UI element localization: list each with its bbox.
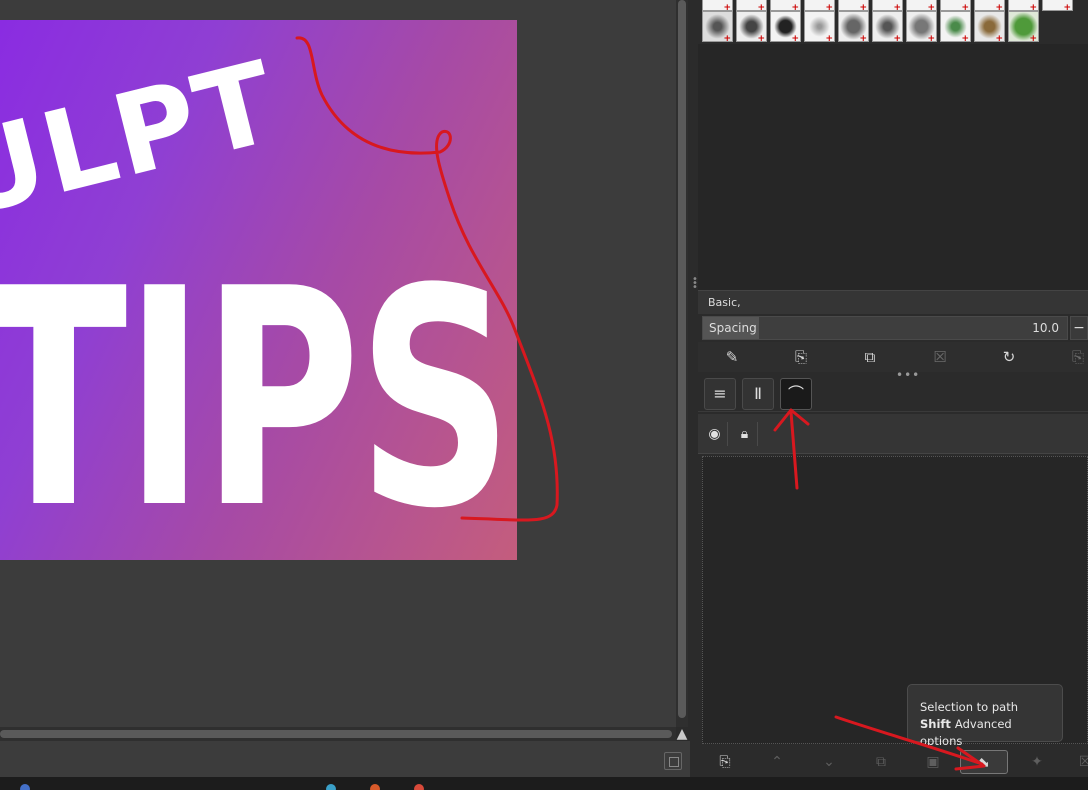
pointer-arrow-icon: ▲ bbox=[676, 726, 688, 742]
brush-toolbar: ✎ ⎘ ⧉ ☒ ↻ ⎘ bbox=[698, 342, 1088, 372]
tooltip-shortcut: Shift Advanced options bbox=[920, 716, 1050, 750]
taskbar-app-icon[interactable] bbox=[370, 784, 380, 790]
dock-tab-bar: ≡ Ⅱ ⌒ bbox=[698, 376, 1088, 412]
tab-paths[interactable]: ⌒ bbox=[780, 378, 812, 410]
selection-to-path-button[interactable]: ⬊ bbox=[960, 750, 1008, 774]
tooltip-title: Selection to path bbox=[920, 700, 1018, 714]
duplicate-brush-icon[interactable]: ⧉ bbox=[858, 346, 882, 368]
gimp-window: ULPT TIPS ▲ • • • + + + + + + + + + + + … bbox=[0, 0, 1088, 790]
image-text-sculpt: ULPT bbox=[0, 37, 290, 243]
brush-thumbnail[interactable] bbox=[770, 0, 801, 11]
open-as-image-icon[interactable]: ⎘ bbox=[1066, 346, 1088, 368]
brush-thumbnail[interactable] bbox=[838, 0, 869, 11]
new-path-icon[interactable]: ⎘ bbox=[712, 750, 738, 774]
edit-brush-icon[interactable]: ✎ bbox=[720, 346, 744, 368]
brush-thumbnail[interactable] bbox=[1008, 11, 1039, 42]
brush-thumbnail[interactable] bbox=[1042, 0, 1073, 11]
delete-brush-icon[interactable]: ☒ bbox=[928, 346, 952, 368]
canvas-status-area bbox=[0, 741, 690, 777]
brush-thumbnail[interactable] bbox=[804, 0, 835, 11]
brush-thumbnail[interactable] bbox=[906, 0, 937, 11]
spacing-value: 10.0 bbox=[1032, 321, 1059, 335]
image-canvas-area[interactable]: ULPT TIPS bbox=[0, 0, 676, 727]
brush-thumbnail[interactable] bbox=[702, 11, 733, 42]
brush-thumbnail[interactable] bbox=[906, 11, 937, 42]
brush-thumbnail[interactable] bbox=[1008, 0, 1039, 11]
brush-thumbnail[interactable] bbox=[804, 11, 835, 42]
delete-path-icon[interactable]: ☒ bbox=[1072, 750, 1088, 774]
brush-thumbnail[interactable] bbox=[974, 0, 1005, 11]
brush-thumbnail[interactable] bbox=[702, 0, 733, 11]
image-canvas[interactable]: ULPT TIPS bbox=[0, 19, 518, 561]
tooltip-modifier-key: Shift bbox=[920, 717, 951, 731]
refresh-brushes-icon[interactable]: ↻ bbox=[997, 346, 1021, 368]
new-brush-icon[interactable]: ⎘ bbox=[789, 346, 813, 368]
spacing-label: Spacing bbox=[709, 321, 757, 335]
tab-layers[interactable]: ≡ bbox=[704, 378, 736, 410]
pane-separator[interactable] bbox=[690, 0, 698, 777]
taskbar-app-icon[interactable] bbox=[414, 784, 424, 790]
brush-thumbnail[interactable] bbox=[770, 11, 801, 42]
spacing-slider[interactable]: Spacing 10.0 bbox=[702, 316, 1068, 340]
brush-thumbnail[interactable] bbox=[838, 11, 869, 42]
selection-to-path-tooltip: Selection to path Shift Advanced options bbox=[907, 684, 1063, 748]
brush-preset-name: Basic, bbox=[698, 290, 1088, 314]
pane-grip-icon[interactable]: • • • bbox=[692, 275, 698, 293]
tab-channels[interactable]: Ⅱ bbox=[742, 378, 774, 410]
image-text-tips: TIPS bbox=[0, 225, 513, 560]
paths-toolbar: ⎘ ⌃ ⌄ ⧉ ▣ ⬊ ✦ ☒ bbox=[698, 746, 1088, 777]
taskbar-app-icon[interactable] bbox=[326, 784, 336, 790]
spacing-decrement-button[interactable]: − bbox=[1070, 316, 1088, 340]
taskbar-app-icon[interactable] bbox=[20, 784, 30, 790]
brush-thumbnail[interactable] bbox=[940, 11, 971, 42]
paint-along-path-icon[interactable]: ✦ bbox=[1024, 750, 1050, 774]
duplicate-path-icon[interactable]: ⧉ bbox=[868, 750, 894, 774]
brush-list-background bbox=[698, 44, 1088, 290]
brush-grid bbox=[702, 0, 1073, 44]
right-dock: Basic, Spacing 10.0 − ✎ ⎘ ⧉ ☒ ↻ ⎘ ••• ≡ … bbox=[698, 0, 1088, 777]
vertical-scrollbar-thumb[interactable] bbox=[678, 0, 686, 718]
brush-thumbnail[interactable] bbox=[872, 0, 903, 11]
brush-thumbnail[interactable] bbox=[736, 11, 767, 42]
os-taskbar bbox=[0, 777, 1088, 790]
brush-thumbnail[interactable] bbox=[736, 0, 767, 11]
navigate-image-button[interactable] bbox=[664, 752, 682, 770]
path-to-selection-icon[interactable]: ▣ bbox=[920, 750, 946, 774]
lower-path-icon[interactable]: ⌄ bbox=[816, 750, 842, 774]
raise-path-icon[interactable]: ⌃ bbox=[764, 750, 790, 774]
brush-thumbnail[interactable] bbox=[940, 0, 971, 11]
brush-thumbnail[interactable] bbox=[974, 11, 1005, 42]
brush-thumbnail[interactable] bbox=[872, 11, 903, 42]
lock-icon[interactable]: 🔒︎ bbox=[732, 422, 758, 446]
paths-header: ◉ 🔒︎ bbox=[698, 414, 1088, 454]
eye-icon[interactable]: ◉ bbox=[702, 422, 728, 446]
horizontal-scrollbar-thumb[interactable] bbox=[0, 730, 672, 738]
